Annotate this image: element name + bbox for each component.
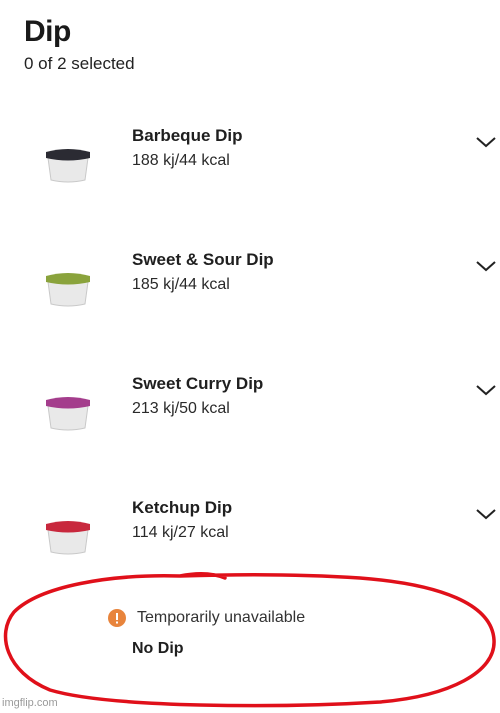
item-energy: 213 kj/50 kcal	[132, 400, 230, 417]
item-energy: 114 kj/27 kcal	[132, 524, 229, 541]
dip-tub-image	[46, 397, 90, 431]
dip-tub-image	[46, 149, 90, 183]
item-name: Barbeque Dip	[132, 126, 243, 145]
chevron-down-icon[interactable]	[474, 258, 498, 274]
chevron-down-icon[interactable]	[474, 134, 498, 150]
chevron-down-icon[interactable]	[474, 506, 498, 522]
item-name: Sweet & Sour Dip	[132, 250, 274, 269]
no-dip-label: No Dip	[132, 640, 184, 657]
item-energy: 188 kj/44 kcal	[132, 152, 230, 169]
chevron-down-icon[interactable]	[474, 382, 498, 398]
dip-item-barbeque[interactable]: Barbeque Dip 188 kj/44 kcal	[0, 126, 500, 206]
watermark: imgflip.com	[2, 697, 58, 709]
dip-tub-image	[46, 273, 90, 307]
dip-item-sweet-curry[interactable]: Sweet Curry Dip 213 kj/50 kcal	[0, 374, 500, 454]
unavailable-status: Temporarily unavailable	[137, 609, 306, 626]
dip-item-sweet-sour[interactable]: Sweet & Sour Dip 185 kj/44 kcal	[0, 250, 500, 330]
item-name: Sweet Curry Dip	[132, 374, 264, 393]
dip-item-ketchup[interactable]: Ketchup Dip 114 kj/27 kcal	[0, 498, 500, 578]
item-energy: 185 kj/44 kcal	[132, 276, 230, 293]
no-dip-option: Temporarily unavailable No Dip	[0, 585, 500, 705]
selection-count: 0 of 2 selected	[24, 54, 135, 73]
warning-icon	[108, 609, 126, 627]
page-title: Dip	[24, 15, 71, 48]
item-name: Ketchup Dip	[132, 498, 233, 517]
dip-tub-image	[46, 521, 90, 555]
page-header: Dip 0 of 2 selected	[24, 14, 135, 74]
